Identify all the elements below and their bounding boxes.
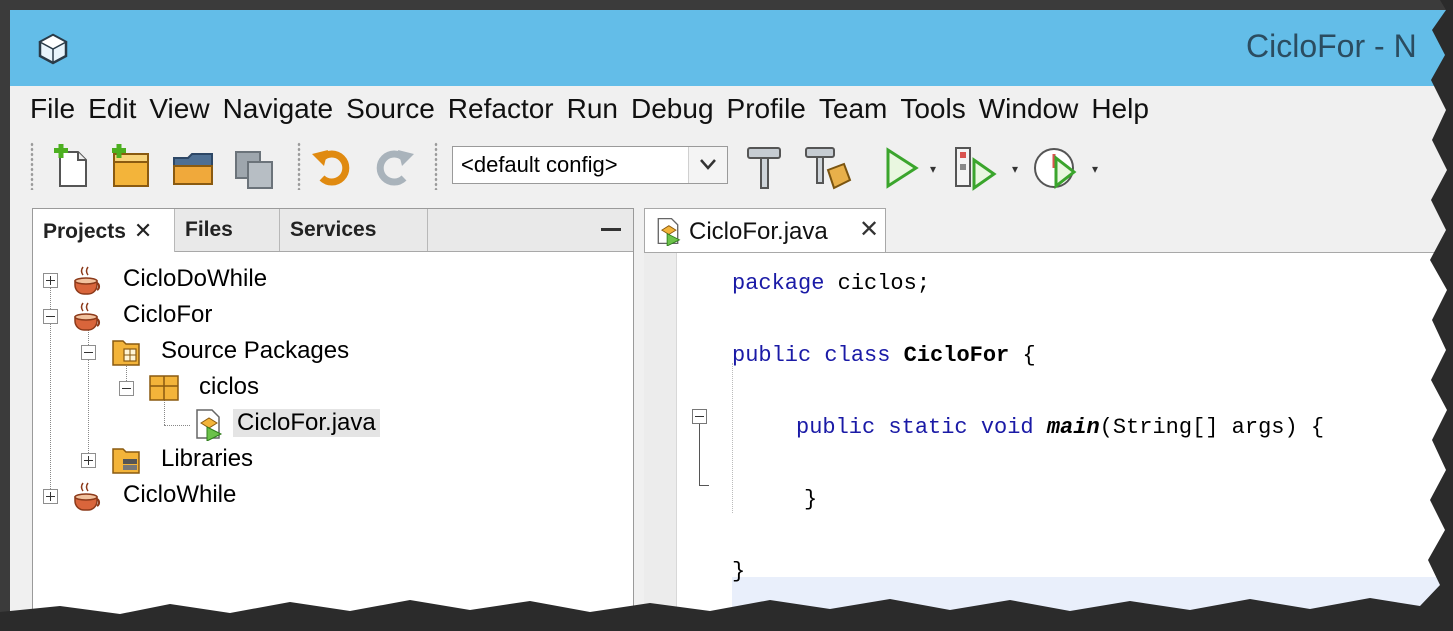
new-file-icon[interactable] (48, 144, 96, 192)
clean-build-icon[interactable] (804, 144, 852, 192)
package-icon[interactable] (147, 371, 181, 405)
build-hammer-icon[interactable] (744, 144, 792, 192)
indent-guide (732, 363, 734, 513)
editor-gutter (644, 253, 677, 631)
menu-source[interactable]: Source (346, 93, 435, 125)
close-icon[interactable]: ✕ (859, 215, 879, 244)
code-text: (String[] args) { (1099, 415, 1325, 440)
menu-debug[interactable]: Debug (631, 93, 714, 125)
code-editor[interactable]: package ciclos; public class CicloFor { … (644, 252, 1453, 631)
code-class-name: CicloFor (903, 343, 1010, 368)
code-keyword: public static void (796, 415, 1034, 440)
code-line-3: public static void main(String[] args) { (796, 415, 1324, 440)
menu-window[interactable]: Window (979, 93, 1079, 125)
debug-dropdown-icon[interactable]: ▾ (1012, 162, 1018, 176)
code-line-2: public class CicloFor { (732, 343, 1036, 368)
menu-view[interactable]: View (149, 93, 209, 125)
run-dropdown-icon[interactable]: ▾ (930, 162, 936, 176)
current-line-highlight (732, 577, 1453, 617)
java-project-icon[interactable] (71, 263, 105, 297)
code-keyword: package (732, 271, 825, 296)
tree-item-label[interactable]: Source Packages (161, 337, 349, 365)
netbeans-cube-icon (36, 32, 70, 66)
toolbar-grip[interactable] (434, 142, 438, 190)
tree-item-label-selected[interactable]: CicloFor.java (233, 409, 380, 437)
redo-icon[interactable] (370, 144, 418, 192)
tree-item-label[interactable]: CicloFor (123, 301, 212, 329)
menu-navigate[interactable]: Navigate (223, 93, 334, 125)
tab-services-label: Services (290, 218, 377, 241)
tree-item-label[interactable]: ciclos (199, 373, 259, 401)
toolbar-grip[interactable] (297, 142, 301, 190)
code-line-4: } (804, 487, 818, 512)
title-bar: CicloFor - N (10, 10, 1453, 86)
ide-window: CicloFor - N File Edit View Navigate Sou… (10, 10, 1453, 631)
code-keyword: public class (732, 343, 891, 368)
open-project-icon[interactable] (170, 144, 218, 192)
expand-toggle[interactable] (43, 273, 58, 288)
tree-connector (88, 321, 90, 461)
code-text: ciclos; (824, 271, 931, 296)
java-file-icon[interactable] (191, 407, 225, 442)
tree-item-label[interactable]: CicloWhile (123, 481, 236, 509)
tree-connector (164, 425, 190, 427)
fold-line (699, 485, 709, 486)
config-value: <default config> (461, 152, 618, 177)
panel-tabs: Projects ✕ Files Services (33, 209, 633, 252)
profile-icon[interactable] (1032, 144, 1080, 192)
tab-services[interactable]: Services (280, 209, 428, 251)
menu-team[interactable]: Team (819, 93, 887, 125)
collapse-toggle[interactable] (43, 309, 58, 324)
toolbar: <default config> ▾ ▾ ▾ (10, 132, 1453, 208)
libraries-icon[interactable] (109, 443, 143, 477)
menu-file[interactable]: File (30, 93, 75, 125)
menu-tools[interactable]: Tools (900, 93, 965, 125)
code-line-5: } (732, 559, 746, 584)
tab-projects[interactable]: Projects ✕ (33, 209, 175, 252)
tree-item-label[interactable]: Libraries (161, 445, 253, 473)
chevron-down-icon[interactable] (688, 147, 727, 183)
expand-toggle[interactable] (43, 489, 58, 504)
debug-icon[interactable] (952, 144, 1000, 192)
toolbar-grip[interactable] (30, 142, 34, 190)
menu-help[interactable]: Help (1091, 93, 1149, 125)
run-icon[interactable] (878, 144, 926, 192)
collapse-toggle[interactable] (119, 381, 134, 396)
java-project-icon[interactable] (71, 479, 105, 513)
editor-tabs: CicloFor.java ✕ (644, 208, 1453, 253)
menu-refactor[interactable]: Refactor (448, 93, 554, 125)
tab-projects-label: Projects (43, 220, 126, 243)
tab-ciclofor-java[interactable]: CicloFor.java ✕ (644, 208, 886, 253)
profile-dropdown-icon[interactable]: ▾ (1092, 162, 1098, 176)
undo-icon[interactable] (308, 144, 356, 192)
menu-run[interactable]: Run (567, 93, 618, 125)
code-text: { (1009, 343, 1036, 368)
fold-line (699, 424, 700, 486)
window-title: CicloFor - N (1246, 28, 1417, 64)
fold-toggle[interactable] (692, 409, 707, 424)
menu-profile[interactable]: Profile (727, 93, 806, 125)
java-project-icon[interactable] (71, 299, 105, 333)
close-project-icon[interactable] (230, 144, 278, 192)
expand-toggle[interactable] (81, 453, 96, 468)
tree-item-label[interactable]: CicloDoWhile (123, 265, 267, 293)
collapse-toggle[interactable] (81, 345, 96, 360)
code-line-1: package ciclos; (732, 271, 930, 296)
tab-files-label: Files (185, 218, 233, 241)
projects-panel: Projects ✕ Files Services CicloDoWhile Ci… (32, 208, 634, 631)
config-select[interactable]: <default config> (452, 146, 728, 184)
menu-edit[interactable]: Edit (88, 93, 136, 125)
java-file-icon (653, 216, 683, 247)
close-icon[interactable]: ✕ (134, 218, 152, 243)
tab-files[interactable]: Files (175, 209, 280, 251)
minimize-icon[interactable] (601, 228, 621, 231)
code-method-name: main (1046, 415, 1100, 440)
source-packages-icon[interactable] (109, 335, 143, 369)
new-project-icon[interactable] (106, 144, 154, 192)
editor-tab-label: CicloFor.java (689, 218, 828, 245)
menu-bar: File Edit View Navigate Source Refactor … (10, 86, 1453, 132)
